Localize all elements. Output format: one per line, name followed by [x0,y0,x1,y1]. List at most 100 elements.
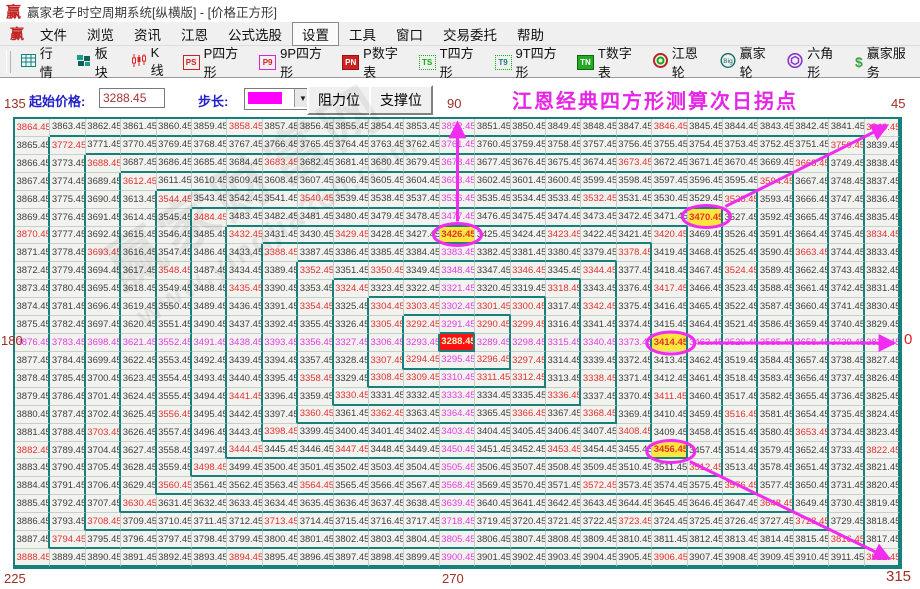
price-cell[interactable]: 3458.45 [688,424,723,442]
price-cell[interactable]: 3564.45 [298,477,333,495]
price-cell[interactable]: 3834.45 [865,227,900,245]
price-cell[interactable]: 3761.45 [440,137,475,155]
price-cell[interactable]: 3465.45 [688,298,723,316]
price-cell[interactable]: 3580.45 [758,424,793,442]
price-cell[interactable]: 3376.45 [617,280,652,298]
price-cell[interactable]: 3582.45 [758,388,793,406]
price-cell[interactable]: 3759.45 [511,137,546,155]
price-cell[interactable]: 3590.45 [758,244,793,262]
price-cell[interactable]: 3352.45 [298,262,333,280]
price-cell[interactable]: 3896.45 [298,549,333,567]
price-cell[interactable]: 3686.45 [157,155,192,173]
price-cell[interactable]: 3793.45 [50,513,85,531]
price-cell[interactable]: 3454.45 [581,442,616,460]
price-cell[interactable]: 3396.45 [263,388,298,406]
price-cell[interactable]: 3387.45 [298,244,333,262]
price-cell[interactable]: 3573.45 [617,477,652,495]
price-cell[interactable]: 3777.45 [50,227,85,245]
price-cell[interactable]: 3507.45 [511,459,546,477]
price-cell[interactable]: 3392.45 [263,316,298,334]
price-cell[interactable]: 3368.45 [581,406,616,424]
price-cell[interactable]: 3587.45 [758,298,793,316]
price-cell[interactable]: 3375.45 [617,298,652,316]
price-cell[interactable]: 3342.45 [581,298,616,316]
price-cell[interactable]: 3886.45 [15,513,50,531]
price-cell[interactable]: 3514.45 [723,442,758,460]
price-cell[interactable]: 3558.45 [157,442,192,460]
price-cell[interactable]: 3670.45 [723,155,758,173]
price-cell[interactable]: 3865.45 [15,137,50,155]
price-cell[interactable]: 3549.45 [157,280,192,298]
price-cell[interactable]: 3389.45 [263,262,298,280]
price-cell[interactable]: 3596.45 [688,173,723,191]
price-cell[interactable]: 3836.45 [865,191,900,209]
price-cell[interactable]: 3868.45 [15,191,50,209]
price-cell[interactable]: 3869.45 [15,209,50,227]
price-cell[interactable]: 3592.45 [758,209,793,227]
price-cell[interactable]: 3845.45 [688,119,723,137]
price-cell[interactable]: 3723.45 [617,513,652,531]
price-cell[interactable]: 3772.45 [50,137,85,155]
price-cell[interactable]: 3440.45 [227,370,262,388]
start-price-input[interactable] [99,88,165,108]
price-cell[interactable]: 3490.45 [192,316,227,334]
price-cell[interactable]: 3883.45 [15,459,50,477]
price-cell[interactable]: 3400.45 [334,424,369,442]
price-cell[interactable]: 3534.45 [511,191,546,209]
price-cell[interactable]: 3842.45 [794,119,829,137]
price-cell[interactable]: 3799.45 [227,531,262,549]
price-cell[interactable]: 3595.45 [723,173,758,191]
price-cell[interactable]: 3571.45 [546,477,581,495]
price-cell[interactable]: 3362.45 [369,406,404,424]
price-cell[interactable]: 3348.45 [440,262,475,280]
price-cell[interactable]: 3515.45 [723,424,758,442]
price-cell[interactable]: 3296.45 [475,352,510,370]
price-cell[interactable]: 3779.45 [50,262,85,280]
price-cell[interactable]: 3435.45 [227,280,262,298]
price-cell[interactable]: 3820.45 [865,477,900,495]
price-cell[interactable]: 3727.45 [758,513,793,531]
price-cell[interactable]: 3695.45 [86,280,121,298]
price-cell[interactable]: 3306.45 [369,334,404,352]
price-cell[interactable]: 3823.45 [865,424,900,442]
price-cell[interactable]: 3415.45 [652,316,687,334]
price-cell[interactable]: 3413.45 [652,352,687,370]
price-cell[interactable]: 3699.45 [86,352,121,370]
price-cell[interactable]: 3395.45 [263,370,298,388]
price-cell[interactable]: 3758.45 [546,137,581,155]
price-cell[interactable]: 3546.45 [157,227,192,245]
price-cell[interactable]: 3638.45 [404,495,439,513]
price-cell[interactable]: 3460.45 [688,388,723,406]
price-cell[interactable]: 3568.45 [440,477,475,495]
price-cell[interactable]: 3621.45 [121,334,156,352]
price-cell[interactable]: 3293.45 [404,334,439,352]
price-cell[interactable]: 3406.45 [546,424,581,442]
price-cell[interactable]: 3345.45 [546,262,581,280]
price-cell[interactable]: 3385.45 [369,244,404,262]
price-cell[interactable]: 3367.45 [546,406,581,424]
price-cell[interactable]: 3909.45 [758,549,793,567]
price-cell[interactable]: 3866.45 [15,155,50,173]
price-cell[interactable]: 3703.45 [86,424,121,442]
price-cell[interactable]: 3773.45 [50,155,85,173]
price-cell[interactable]: 3846.45 [652,119,687,137]
price-cell[interactable]: 3484.45 [192,209,227,227]
price-cell[interactable]: 3708.45 [86,513,121,531]
price-cell[interactable]: 3511.45 [652,459,687,477]
toolbar-item-hexagon[interactable]: 六角形 [780,49,848,75]
price-cell[interactable]: 3323.45 [369,280,404,298]
price-cell[interactable]: 3643.45 [581,495,616,513]
price-cell[interactable]: 3709.45 [121,513,156,531]
price-cell[interactable]: 3816.45 [829,531,864,549]
price-cell[interactable]: 3740.45 [829,316,864,334]
price-cell[interactable]: 3763.45 [369,137,404,155]
price-cell[interactable]: 3541.45 [263,191,298,209]
price-cell[interactable]: 3593.45 [758,191,793,209]
price-cell[interactable]: 3844.45 [723,119,758,137]
price-cell[interactable]: 3411.45 [652,388,687,406]
price-cell[interactable]: 3329.45 [334,370,369,388]
price-cell[interactable]: 3438.45 [227,334,262,352]
price-cell[interactable]: 3388.45 [263,244,298,262]
price-cell[interactable]: 3322.45 [404,280,439,298]
price-cell[interactable]: 3634.45 [263,495,298,513]
